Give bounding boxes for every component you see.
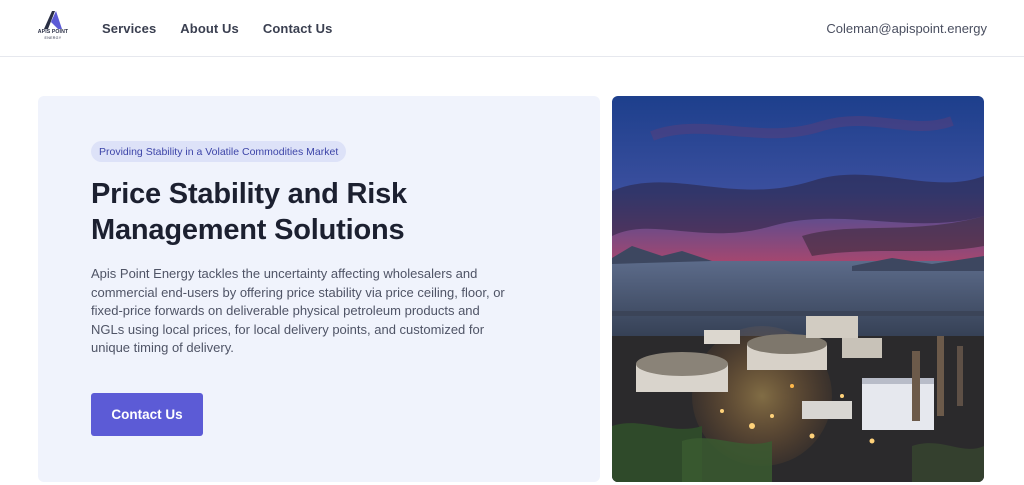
logo-subtext: ENERGY xyxy=(44,35,62,40)
top-navigation-bar: APIS POINT ENERGY Services About Us Cont… xyxy=(0,0,1024,57)
hero-refinery-photo xyxy=(612,96,984,482)
nav-link-about-us[interactable]: About Us xyxy=(180,21,239,36)
nav-link-services[interactable]: Services xyxy=(102,21,156,36)
hero-description: Apis Point Energy tackles the uncertaint… xyxy=(91,266,505,355)
logo-mark-icon xyxy=(44,11,62,29)
contact-email-link[interactable]: Coleman@apispoint.energy xyxy=(826,0,987,57)
contact-us-button[interactable]: Contact Us xyxy=(91,393,203,436)
hero-card: Providing Stability in a Volatile Commod… xyxy=(38,96,600,482)
main-nav: Services About Us Contact Us xyxy=(102,0,333,57)
nav-link-contact-us[interactable]: Contact Us xyxy=(263,21,333,36)
hero-title: Price Stability and Risk Management Solu… xyxy=(91,178,407,246)
hero-badge: Providing Stability in a Volatile Commod… xyxy=(91,141,347,162)
apis-point-logo[interactable]: APIS POINT ENERGY xyxy=(38,10,68,46)
